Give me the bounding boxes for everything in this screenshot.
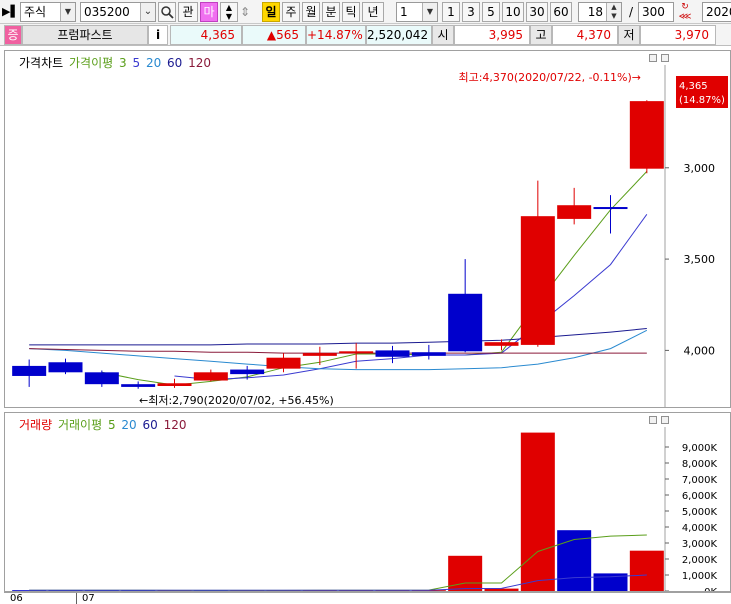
stock-badge-icon: 증 (4, 25, 22, 45)
volume-bar (520, 432, 555, 591)
volume-tick-label: 7,000K (682, 475, 718, 486)
candle-body (266, 357, 301, 369)
price-tick-label: 4,000 (684, 344, 716, 357)
current-price-label: 4,365 (679, 81, 708, 92)
open-price: 3,995 (454, 25, 530, 45)
candle-body (12, 365, 47, 376)
volume-tick-label: 8,000K (682, 459, 718, 470)
down-arrow-icon: ▼ (225, 12, 233, 21)
high-annotation: 최고:4,370(2020/07/22, -0.11%)→ (458, 71, 641, 84)
search-button[interactable] (158, 2, 176, 22)
up-arrow-icon: ▲ (225, 3, 233, 12)
candle-body (520, 216, 555, 345)
volume-chart-panel[interactable]: 거래량 거래이평 5 20 60 120 9,000K 8,000K 7,000K 6… (4, 412, 731, 592)
candle-body (302, 353, 337, 356)
count-input[interactable]: 18 ▲ ▼ (578, 2, 622, 22)
price-tick-label: 3,500 (684, 253, 716, 266)
volume-tick-label: 1,000K (682, 571, 718, 582)
candle-body (84, 372, 119, 385)
price-tick-label: 3,000 (684, 162, 716, 175)
candle-body (157, 383, 192, 386)
interval-5[interactable]: 5 (482, 2, 500, 22)
x-tick-06: 06 (10, 593, 23, 604)
volume-chart-svg: 9,000K 8,000K 7,000K 6,000K 5,000K 4,000K 3,00… (12, 427, 718, 591)
link-arrow-icon[interactable]: ▶▌ (2, 2, 19, 22)
chevron-down-icon: ▼ (60, 3, 75, 21)
volume-tick-label: 9,000K (682, 443, 718, 454)
open-label: 시 (432, 25, 454, 45)
trade-volume: 2,520,042 (366, 25, 432, 45)
total-input[interactable]: 300 (638, 2, 674, 22)
candle-body (48, 362, 83, 373)
quote-info-bar: 증 프럼파스트 i 4,365 ▲565 +14.87% 2,520,042 시… (0, 24, 731, 46)
refresh-icon[interactable]: ↻ ⋘ (676, 2, 694, 22)
x-tick-07: 07 (82, 593, 95, 604)
volume-tick-label: 5,000K (682, 507, 718, 518)
interval-10[interactable]: 10 (502, 2, 524, 22)
period-month[interactable]: 월 (302, 2, 320, 22)
x-axis-divider (76, 593, 77, 604)
candle-body (593, 207, 628, 210)
candle-body (121, 384, 156, 387)
candle-body (339, 351, 374, 354)
market-select-value: 주식 (24, 5, 47, 19)
interval-select[interactable]: 1 ▼ (396, 2, 438, 22)
high-price: 4,370 (552, 25, 618, 45)
interval-60[interactable]: 60 (550, 2, 572, 22)
interval-30[interactable]: 30 (526, 2, 548, 22)
date-input[interactable]: 2020/ (702, 2, 731, 22)
candle-body (375, 350, 410, 357)
candle-body (557, 205, 592, 219)
low-price: 3,970 (640, 25, 716, 45)
x-axis: 06 07 (4, 592, 731, 604)
period-week[interactable]: 주 (282, 2, 300, 22)
candle-body (629, 101, 664, 169)
count-separator: / (628, 5, 634, 19)
chevron-down-icon: ⌄ (140, 3, 155, 21)
high-label: 고 (530, 25, 552, 45)
main-toolbar: ▶▌ 주식 ▼ 035200 ⌄ 관 마 ▲ ▼ ⇕ 일 주 월 분 틱 년 1 … (0, 0, 731, 24)
volume-bar (629, 550, 664, 591)
candle-body (484, 342, 519, 346)
current-price: 4,365 (170, 25, 242, 45)
stock-name[interactable]: 프럼파스트 (22, 25, 148, 45)
period-year[interactable]: 년 (362, 2, 384, 22)
chevron-down-icon: ▼ (422, 3, 437, 21)
low-annotation: ←최저:2,790(2020/07/02, +56.45%) (139, 394, 334, 407)
volume-tick-label: 3,000K (682, 539, 718, 550)
candle-body (448, 293, 483, 352)
stepper-icon[interactable]: ▲ ▼ (606, 3, 621, 21)
scroll-arrows-icon[interactable]: ⇕ (240, 2, 254, 22)
interval-1[interactable]: 1 (442, 2, 460, 22)
period-tick[interactable]: 틱 (342, 2, 360, 22)
volume-tick-label: 2,000K (682, 555, 718, 566)
period-day[interactable]: 일 (262, 2, 280, 22)
count-value: 18 (587, 5, 603, 19)
price-ma-line-120 (29, 348, 647, 354)
volume-tick-label: 6,000K (682, 491, 718, 502)
stock-code-value: 035200 (84, 5, 130, 19)
info-button[interactable]: i (148, 25, 168, 45)
interval-select-value: 1 (400, 5, 408, 19)
stock-code-input[interactable]: 035200 ⌄ (80, 2, 156, 22)
volume-tick-label: 0K (704, 587, 717, 591)
stepper-button[interactable]: ▲ ▼ (220, 2, 238, 22)
price-change: ▲565 (242, 25, 306, 45)
candle-body (193, 372, 228, 381)
price-chart-svg: 4,000 3,500 3,000 최고:4,370(2020/07/22, -0.1… (12, 65, 728, 407)
gwan-button[interactable]: 관 (178, 2, 198, 22)
volume-tick-label: 4,000K (682, 523, 718, 534)
current-rate-label: (14.87%) (679, 95, 725, 106)
change-rate: +14.87% (306, 25, 366, 45)
search-icon (161, 6, 174, 19)
ma-button[interactable]: 마 (200, 2, 218, 22)
price-chart-panel[interactable]: 가격차트 가격이평 3 5 20 60 120 4,000 3,500 3,000 최… (4, 50, 731, 408)
low-label: 저 (618, 25, 640, 45)
candle-body (230, 369, 265, 375)
period-minute[interactable]: 분 (322, 2, 340, 22)
interval-3[interactable]: 3 (462, 2, 480, 22)
candle-body (411, 352, 446, 356)
market-select[interactable]: 주식 ▼ (20, 2, 76, 22)
